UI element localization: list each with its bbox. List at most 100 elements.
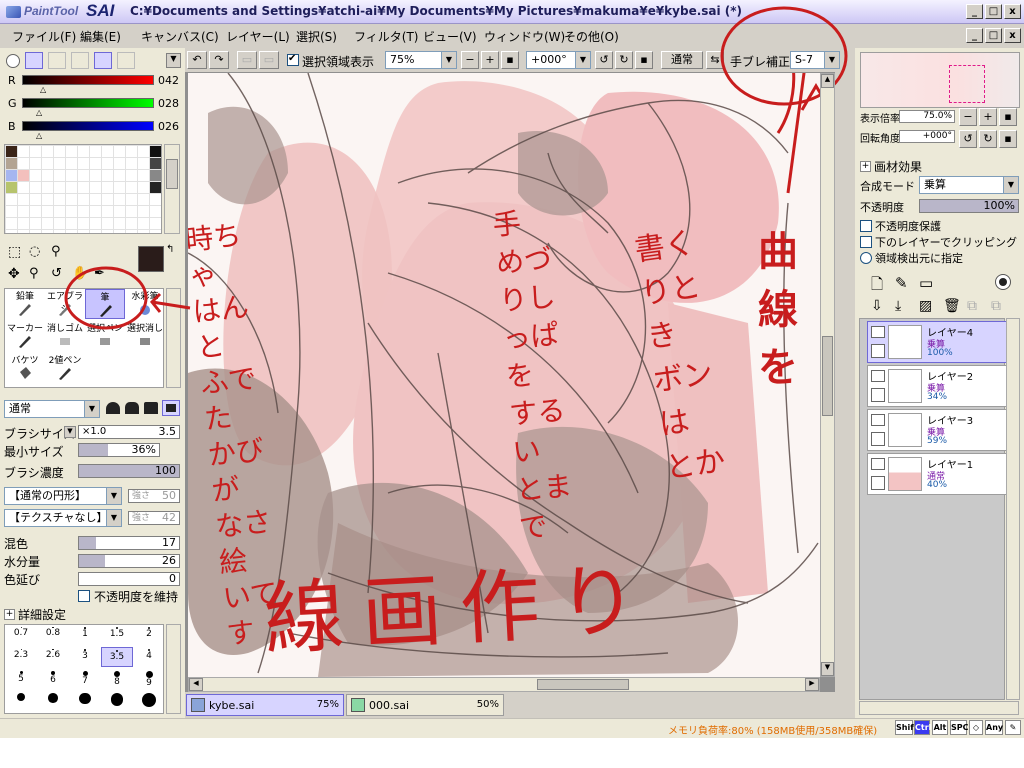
tool-eraser[interactable]: 消しゴム — [45, 321, 85, 351]
lasso-icon[interactable]: ◌ — [29, 244, 40, 259]
swatch-cell[interactable] — [6, 170, 17, 181]
doc-maximize-button[interactable]: □ — [985, 28, 1002, 43]
r-slider-handle[interactable]: △ — [40, 85, 46, 94]
brush-shape-select[interactable]: 【通常の円形】 ▼ — [4, 487, 122, 505]
move-icon[interactable]: ✥ — [8, 266, 20, 282]
new-folder-icon[interactable]: ▭ — [919, 274, 933, 292]
paste-layer-icon[interactable]: ⧉ — [991, 298, 1001, 314]
swatch-cell[interactable] — [150, 182, 161, 193]
canvas-vertical-scrollbar[interactable]: ▲ ▼ — [820, 73, 835, 677]
min-size-slider[interactable]: 36% — [78, 443, 160, 457]
layer-blend-select[interactable]: 乗算 ▼ — [919, 176, 1019, 194]
g-slider-handle[interactable]: △ — [36, 108, 42, 117]
size-preset[interactable]: 2.6 — [37, 647, 69, 667]
layer-opacity-slider[interactable]: 100% — [919, 199, 1019, 213]
menu-view[interactable]: ビュー(V) — [423, 28, 477, 45]
swatch-cell[interactable] — [150, 146, 161, 157]
doc-close-button[interactable]: x — [1004, 28, 1021, 43]
selection-display-checkbox[interactable] — [287, 53, 299, 66]
nav-zoom-out-button[interactable]: − — [959, 108, 977, 126]
tool-watercolor[interactable]: 水彩筆 — [125, 289, 165, 319]
visibility-eye-icon[interactable] — [871, 458, 885, 470]
tool-select-erase[interactable]: 選択消し — [125, 321, 165, 351]
maximize-button[interactable]: □ — [985, 4, 1002, 19]
size-preset[interactable]: 9 — [133, 669, 165, 689]
zoom-icon[interactable]: ⚲ — [29, 266, 39, 281]
size-preset[interactable]: 8 — [101, 669, 133, 689]
tool-pencil[interactable]: 鉛筆 — [5, 289, 45, 319]
size-preset[interactable]: 0.7 — [5, 625, 37, 645]
brush-shape-medium-icon[interactable] — [125, 402, 139, 414]
size-preset[interactable]: 3.5 — [101, 647, 133, 667]
nav-rotate-left-button[interactable]: ↺ — [959, 130, 977, 148]
tool-bucket[interactable]: バケツ — [5, 353, 45, 383]
density-slider[interactable]: 100 — [78, 464, 180, 478]
stabilizer-select[interactable]: S-7 ▼ — [790, 51, 840, 69]
nav-zoom-reset-button[interactable]: ▪ — [999, 108, 1017, 126]
keep-opacity-checkbox[interactable] — [78, 590, 90, 602]
brush-shape-soft-icon[interactable] — [106, 402, 120, 414]
copy-layer-icon[interactable]: ⧉ — [967, 298, 977, 314]
size-preset[interactable]: 2 — [133, 625, 165, 645]
water-slider[interactable]: 26 — [78, 554, 180, 568]
size-preset[interactable] — [5, 691, 37, 711]
tool-brush[interactable]: 筆 — [85, 289, 125, 319]
size-preset[interactable]: 2.3 — [5, 647, 37, 667]
navigator-preview[interactable] — [860, 52, 1020, 108]
zoom-reset-button[interactable]: ▪ — [501, 51, 519, 69]
magic-wand-icon[interactable]: ⚲ — [51, 244, 61, 259]
zoom-out-button[interactable]: − — [461, 51, 479, 69]
tool-airbrush[interactable]: エアブラシ — [45, 289, 85, 319]
rotate-reset-button[interactable]: ▪ — [635, 51, 653, 69]
brush-size-slider[interactable]: ×1.0 3.5 — [78, 425, 180, 439]
nav-zoom-value[interactable]: 75.0% — [899, 110, 955, 123]
doc-minimize-button[interactable]: _ — [966, 28, 983, 43]
rect-select-icon[interactable]: ⬚ — [8, 244, 21, 260]
foreground-color[interactable] — [138, 246, 164, 272]
eyedropper-icon[interactable]: ✒ — [94, 266, 105, 281]
menu-select[interactable]: 選択(S) — [296, 28, 337, 45]
zoom-in-button[interactable]: + — [481, 51, 499, 69]
brush-size-mult-button[interactable]: ▼ — [64, 426, 76, 438]
shape-strength-slider[interactable]: 強さ 50 — [128, 489, 180, 503]
size-preset[interactable]: 1 — [69, 625, 101, 645]
swatch-cell[interactable] — [6, 182, 17, 193]
redo-button[interactable]: ↷ — [209, 51, 229, 69]
menu-layer[interactable]: レイヤー(L) — [226, 28, 290, 45]
presets-scrollbar[interactable] — [166, 624, 181, 714]
size-preset[interactable] — [101, 691, 133, 711]
hsv-slider-icon[interactable] — [48, 52, 66, 69]
color-wheel-icon[interactable] — [6, 54, 20, 68]
clear-layer-icon[interactable]: ▨ — [919, 298, 932, 314]
merge-down-icon[interactable]: ⤓ — [895, 298, 901, 314]
swap-colors-icon[interactable]: ↰ — [166, 244, 174, 255]
transfer-down-icon[interactable]: ⇩ — [871, 298, 883, 314]
layer-item[interactable]: レイヤー1 通常 40% — [867, 453, 1007, 495]
swatch-cell[interactable] — [6, 158, 17, 169]
swatch-grid[interactable] — [4, 144, 162, 234]
swatch-cell[interactable] — [18, 170, 29, 181]
pen-lock-icon[interactable] — [871, 388, 885, 402]
effects-label[interactable]: 画材効果 — [874, 158, 922, 175]
g-slider[interactable] — [22, 98, 154, 108]
size-preset[interactable]: 0.8 — [37, 625, 69, 645]
rotate-left-button[interactable]: ↺ — [595, 51, 613, 69]
layers-horizontal-scrollbar[interactable] — [859, 701, 1019, 715]
expand-icon[interactable]: + — [4, 609, 15, 620]
tool-binary-pen[interactable]: 2値ペン — [45, 353, 85, 383]
menu-file[interactable]: ファイル(F) — [12, 28, 76, 45]
size-preset[interactable]: 3 — [69, 647, 101, 667]
undo-button[interactable]: ↶ — [187, 51, 207, 69]
rotation-select[interactable]: +000° ▼ — [526, 51, 591, 69]
menu-canvas[interactable]: キャンバス(C) — [141, 28, 219, 45]
detail-settings-label[interactable]: 詳細設定 — [18, 606, 66, 623]
new-layer-icon[interactable]: 🗋 — [871, 274, 883, 299]
pen-lock-icon[interactable] — [871, 432, 885, 446]
navigator-viewport[interactable] — [949, 65, 985, 103]
swatch-cell[interactable] — [150, 170, 161, 181]
layer-item[interactable]: レイヤー3 乗算 59% — [867, 409, 1007, 451]
color-panel-menu-button[interactable]: ▼ — [166, 53, 181, 68]
flip-button[interactable]: ⇆ — [706, 51, 724, 69]
tool-scrollbar[interactable] — [166, 288, 181, 388]
delete-layer-icon[interactable]: 🗑 — [943, 298, 961, 314]
